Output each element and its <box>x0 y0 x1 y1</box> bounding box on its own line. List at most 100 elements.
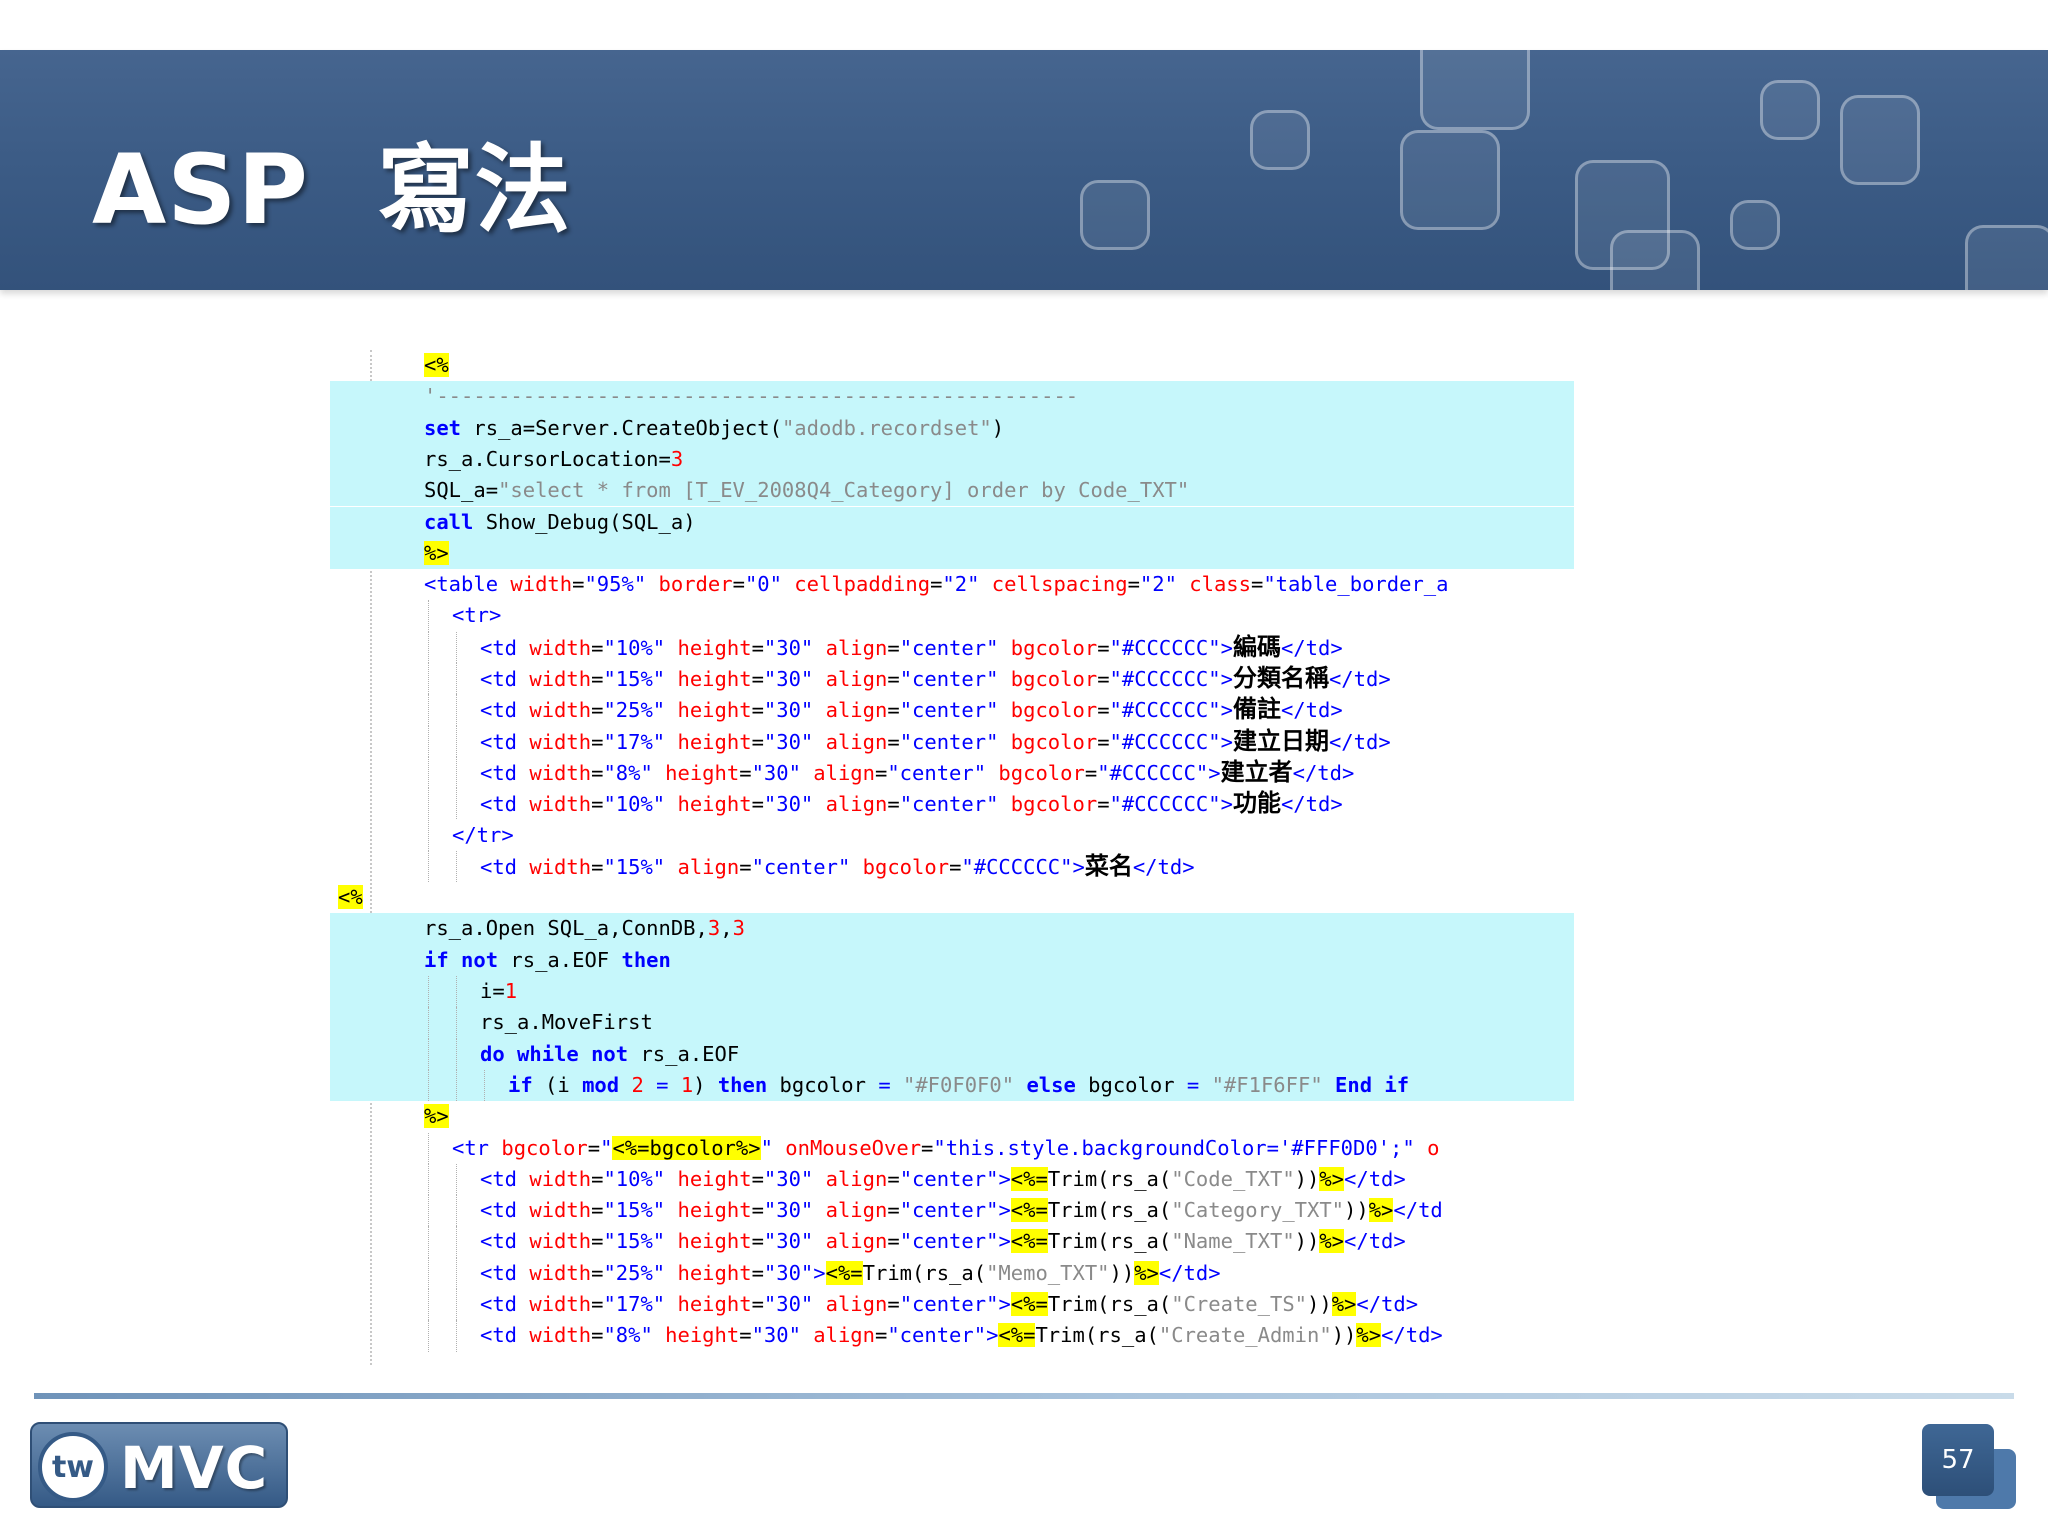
code-token: "25%" <box>603 698 666 723</box>
code-token: > <box>1208 760 1221 785</box>
code-token: 菜名 <box>1084 851 1133 880</box>
code-token: 功能 <box>1232 789 1281 818</box>
code-token: = <box>751 729 764 754</box>
code-token: width <box>517 729 592 754</box>
code-token: = <box>591 1198 604 1223</box>
indent-guide <box>428 1226 429 1258</box>
code-token: rs_a=Server.CreateObject( <box>461 415 782 440</box>
code-token: Trim(rs_a( <box>1035 1323 1159 1348</box>
code-line-text: <tr bgcolor="<%=bgcolor%>" onMouseOver="… <box>452 1133 1439 1164</box>
indent-guide <box>456 1257 457 1289</box>
code-token: "center" <box>899 635 999 660</box>
code-token: width <box>517 792 592 817</box>
code-token: = <box>591 698 604 723</box>
code-token: align <box>800 1323 875 1348</box>
code-token: <tr <box>452 1135 490 1160</box>
code-token: = <box>591 760 604 785</box>
code-token: = <box>1097 698 1110 723</box>
indent-guide <box>428 1132 429 1164</box>
code-token: align <box>813 1166 888 1191</box>
code-token: > <box>998 1229 1011 1254</box>
code-token: if <box>508 1072 533 1097</box>
code-token: <table <box>424 572 499 597</box>
code-line: <td width="25%" height="30"><%=Trim(rs_a… <box>330 1257 1574 1289</box>
code-line: '---------------------------------------… <box>330 381 1574 413</box>
code-token: rs_a.CursorLocation= <box>424 446 671 471</box>
code-token: "Code_TXT" <box>1171 1166 1295 1191</box>
code-token: = <box>921 1135 934 1160</box>
code-token: <%= <box>1010 1292 1048 1316</box>
code-line: if not rs_a.EOF then <box>330 944 1574 976</box>
indent-guide <box>428 819 429 851</box>
code-token: "30" <box>763 1260 814 1285</box>
code-token: bgcolor <box>998 635 1098 660</box>
code-token: width <box>517 635 592 660</box>
code-token: width <box>517 1260 592 1285</box>
code-token: align <box>813 1198 888 1223</box>
code-token: "30" <box>763 792 814 817</box>
twmvc-logo: tw MVC <box>30 1422 288 1508</box>
code-token: "#CCCCCC" <box>1109 635 1221 660</box>
code-line-text: do while not rs_a.EOF <box>480 1039 739 1070</box>
code-token: = <box>751 1260 764 1285</box>
code-token: <%= <box>1010 1229 1048 1254</box>
indent-guide <box>456 694 457 726</box>
code-token: "30" <box>763 1198 814 1223</box>
code-token: 2 <box>631 1072 644 1097</box>
code-token: height <box>652 1323 740 1348</box>
code-token: "#CCCCCC" <box>961 854 1073 879</box>
code-token: %> <box>735 1135 761 1160</box>
decorative-square <box>1840 95 1920 185</box>
code-line: <td width="17%" height="30" align="cente… <box>330 725 1574 757</box>
code-token: > <box>986 1323 999 1348</box>
code-token: = <box>739 760 752 785</box>
code-token: 建立日期 <box>1232 726 1329 755</box>
code-token: bgcolor <box>986 760 1085 785</box>
code-token: )) <box>1294 1229 1320 1254</box>
code-token: %> <box>1319 1229 1345 1254</box>
code-line: %> <box>330 1101 1574 1132</box>
code-line-text: '---------------------------------------… <box>424 381 1078 412</box>
code-token: "Create_TS" <box>1171 1292 1307 1316</box>
code-token: <td <box>480 1198 518 1223</box>
code-line: <td width="10%" height="30" align="cente… <box>330 1163 1574 1196</box>
indent-guide <box>428 756 429 789</box>
code-token: width <box>517 1323 592 1348</box>
code-token: "95%" <box>584 572 647 597</box>
logo-badge: tw <box>38 1432 108 1502</box>
code-token: %> <box>1368 1198 1394 1223</box>
code-line-text: call Show_Debug(SQL_a) <box>424 507 696 538</box>
code-token: "#CCCCCC" <box>1109 792 1221 817</box>
code-token: Trim(rs_a( <box>862 1260 987 1285</box>
code-token: 備註 <box>1232 695 1281 724</box>
code-token: </td> <box>1344 1166 1406 1191</box>
code-token: "8%" <box>603 760 653 785</box>
code-line-text: <td width="10%" height="30" align="cente… <box>480 632 1343 664</box>
code-line-text: <table width="95%" border="0" cellpaddin… <box>424 569 1448 600</box>
indent-guide <box>456 1007 457 1039</box>
code-token: "center" <box>887 1323 987 1348</box>
code-token: = <box>887 1292 900 1316</box>
code-token: <% <box>424 353 449 377</box>
decorative-square <box>1730 200 1780 250</box>
indent-guide <box>456 631 457 663</box>
indent-guide <box>456 1320 457 1352</box>
code-token: align <box>813 1229 888 1254</box>
code-token: align <box>813 729 888 754</box>
code-token: = <box>887 667 900 691</box>
code-token: Trim(rs_a( <box>1047 1229 1172 1254</box>
code-line: <tr> <box>330 600 1574 632</box>
decorative-square <box>1250 110 1310 170</box>
code-token: bgcolor <box>850 854 950 879</box>
code-token: "10%" <box>603 1166 666 1191</box>
code-token: = <box>751 1166 764 1191</box>
code-token: )) <box>1331 1323 1357 1348</box>
code-token: = <box>1084 760 1098 785</box>
code-line-text: %> <box>424 1101 449 1132</box>
decorative-square <box>1965 225 2048 290</box>
code-token: End if <box>1335 1072 1410 1097</box>
code-token: align <box>813 1292 888 1316</box>
code-token: "10%" <box>603 635 666 660</box>
code-line: i=1 <box>330 976 1574 1008</box>
code-token: cellpadding <box>781 572 931 597</box>
